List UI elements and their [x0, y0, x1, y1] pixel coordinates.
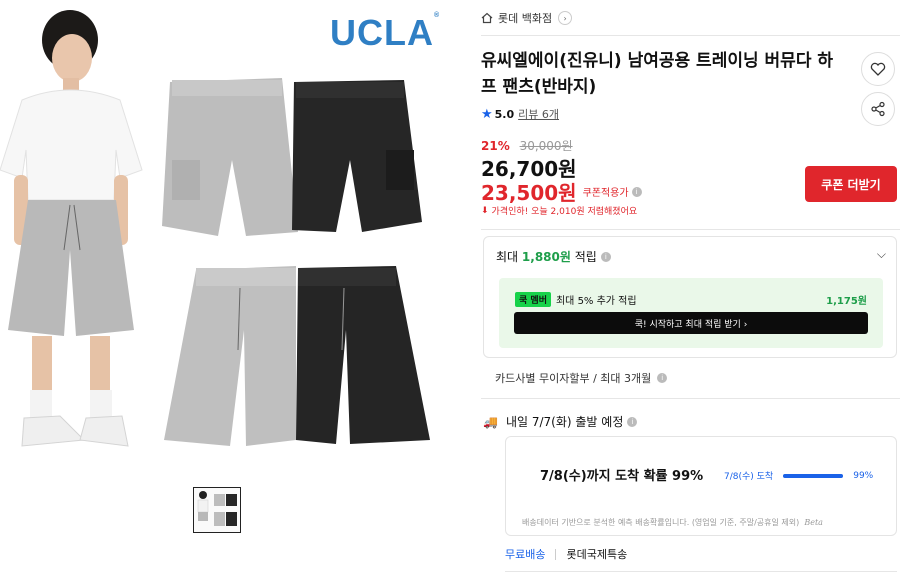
truck-icon: 🚚 — [483, 414, 498, 429]
divider — [555, 548, 557, 560]
star-icon: ★ — [481, 106, 493, 122]
points-summary: 최대 1,880원 적립 i — [496, 248, 611, 265]
brand-logo: UCLA® — [330, 12, 441, 53]
breadcrumb[interactable]: 롯데 백화점 › — [481, 10, 573, 26]
divider — [481, 229, 900, 230]
product-gallery: UCLA® — [0, 0, 460, 582]
info-icon[interactable]: i — [627, 416, 638, 427]
info-icon[interactable]: i — [657, 373, 668, 383]
home-icon — [481, 12, 493, 24]
divider — [505, 571, 897, 572]
heart-icon — [870, 62, 886, 76]
product-main-image[interactable]: UCLA® — [0, 0, 460, 470]
eta-label: 7/8(수) 도착 — [724, 472, 774, 482]
member-badge: 쿡 멤버 — [515, 292, 551, 307]
product-photo — [0, 10, 430, 447]
share-icon — [871, 101, 885, 117]
thumbnail-image — [194, 488, 240, 532]
rating-row: ★ 5.0 리뷰 6개 — [481, 106, 559, 122]
delivery-estimate-box: 7/8(수)까지 도착 확률 99% 7/8(수) 도착 99% 배송데이터 기… — [505, 436, 897, 536]
shipping-options: 무료배송 롯데국제특송 — [505, 546, 627, 562]
points-panel: 최대 1,880원 적립 i ⌵ 쿡 멤버 최대 5% 추가 적립 1,175원… — [483, 236, 897, 358]
installment-text: 카드사별 무이자할부 / 최대 3개월 — [495, 372, 652, 385]
info-icon[interactable]: i — [631, 186, 642, 197]
breadcrumb-store[interactable]: 롯데 백화점 — [498, 10, 552, 26]
wishlist-button[interactable] — [861, 52, 895, 86]
product-title: 유씨엘에이(진유니) 남여공용 트레이닝 버뮤다 하프 팬츠(반바지) — [481, 51, 834, 97]
original-price: 30,000원 — [519, 139, 573, 153]
coupon-price-row: 23,500원 쿠폰적용가 i — [481, 177, 642, 206]
eta-progress: 7/8(수) 도착 99% — [724, 469, 874, 483]
review-link[interactable]: 리뷰 6개 — [518, 106, 559, 122]
member-benefit: 쿡 멤버 최대 5% 추가 적립 — [515, 292, 637, 307]
member-points-box: 쿡 멤버 최대 5% 추가 적립 1,175원 쿡! 시작하고 최대 적립 받기… — [499, 278, 883, 348]
gallery-thumbnail[interactable] — [193, 487, 241, 533]
coupon-price: 23,500원 — [481, 181, 577, 205]
coupon-price-label: 쿠폰적용가 — [582, 188, 629, 199]
carrier-label: 롯데국제특송 — [566, 548, 628, 561]
discount-rate: 21% — [481, 139, 510, 153]
divider — [481, 398, 900, 399]
divider — [481, 35, 900, 36]
eta-note: 배송데이터 기반으로 분석한 예측 배송확률입니다. (영업일 기준, 주말/공… — [522, 518, 823, 527]
shipping-schedule: 🚚 내일 7/7(화) 출발 예정 i — [483, 413, 638, 430]
share-button[interactable] — [861, 92, 895, 126]
member-benefit-text: 최대 5% 추가 적립 — [555, 296, 637, 307]
free-shipping-label: 무료배송 — [505, 548, 546, 561]
eta-progress-fill — [783, 473, 843, 478]
chevron-down-icon[interactable]: ⌵ — [877, 247, 886, 262]
price-drop-note: ⬇ 가격인하! 오늘 2,010원 저렴해졌어요 — [481, 204, 638, 218]
points-amount: 1,880원 — [521, 250, 571, 264]
points-suffix: 적립 — [574, 250, 597, 264]
rating-score: 5.0 — [494, 107, 515, 121]
coupon-download-button[interactable]: 쿠폰 더받기 — [805, 166, 897, 202]
price-down-icon: ⬇ — [481, 205, 489, 216]
product-info-panel: 롯데 백화점 › 유씨엘에이(진유니) 남여공용 트레이닝 버뮤다 하프 팬츠(… — [481, 0, 900, 582]
eta-progress-bar — [783, 473, 844, 478]
price-drop-text: 가격인하! 오늘 2,010원 저렴해졌어요 — [491, 207, 638, 217]
member-points-amount: 1,175원 — [826, 296, 867, 307]
discount-row: 21% 30,000원 — [481, 137, 573, 154]
eta-main-text: 7/8(수)까지 도착 확률 99% — [540, 469, 704, 484]
eta-percent: 99% — [853, 470, 874, 481]
member-start-button[interactable]: 쿡! 시작하고 최대 적립 받기 › — [514, 312, 868, 334]
beta-label: Beta — [804, 518, 823, 527]
points-prefix: 최대 — [496, 250, 519, 264]
chevron-right-icon[interactable]: › — [558, 11, 573, 25]
shipping-head-text: 내일 7/7(화) 출발 예정 — [505, 415, 624, 429]
info-icon[interactable]: i — [600, 251, 611, 262]
installment-info: 카드사별 무이자할부 / 최대 3개월 i — [495, 370, 668, 386]
